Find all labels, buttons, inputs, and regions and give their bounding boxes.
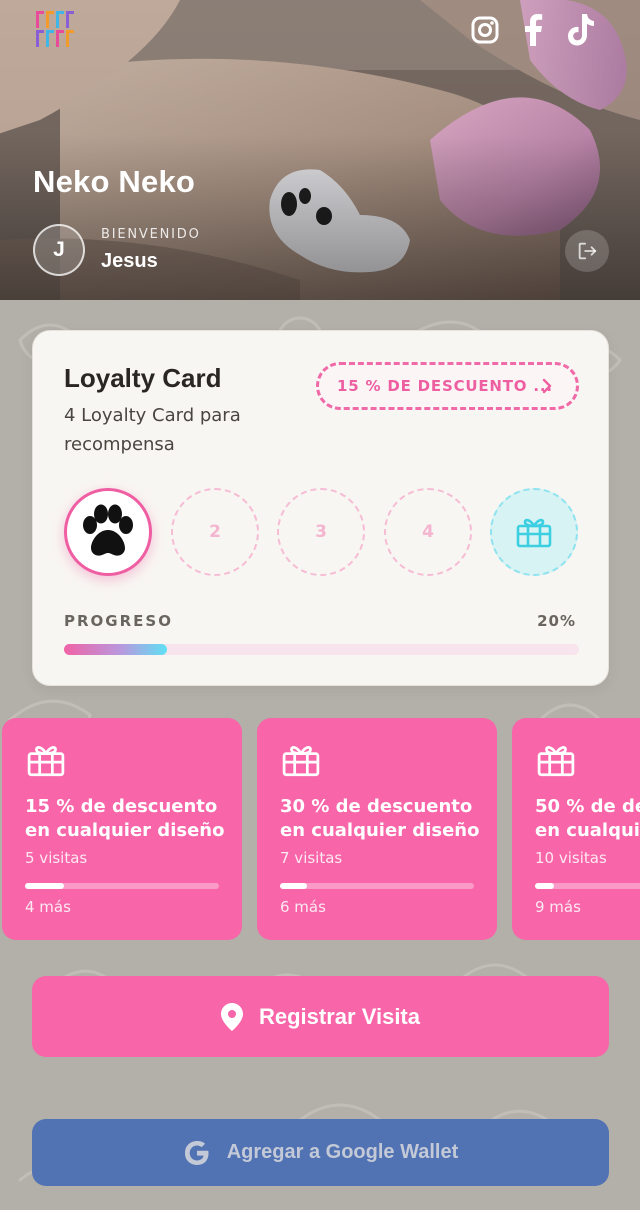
paw-icon (83, 504, 133, 556)
stamp-2: 2 (171, 488, 259, 576)
register-visit-button[interactable]: Registrar Visita (32, 976, 609, 1057)
reward-visits: 5 visitas (25, 849, 88, 867)
reward-progress-fill (25, 883, 64, 889)
current-reward-pill[interactable]: 15 % DE DESCUENTO ... (316, 362, 579, 410)
stamp-1 (64, 488, 152, 576)
reward-remaining: 4 más (25, 898, 71, 916)
gift-icon (516, 518, 552, 548)
progress-bar-fill (64, 644, 167, 655)
reward-visits: 7 visitas (280, 849, 343, 867)
stamp-reward (490, 488, 578, 576)
card-title: Loyalty Card (64, 363, 222, 393)
reward-title: 15 % de descuento en cualquier diseño (25, 796, 225, 841)
register-visit-label: Registrar Visita (258, 1003, 420, 1029)
reward-title: 30 % de descuento en cualquier diseño (280, 796, 480, 841)
stamp-3: 3 (277, 488, 365, 576)
current-reward-label: 15 % DE DESCUENTO ... (337, 377, 553, 395)
chevron-right-icon (542, 378, 552, 394)
rewards-carousel[interactable]: 15 % de descuento en cualquier diseño 5 v… (0, 718, 640, 942)
card-subtitle: 4 Loyalty Card para recompensa (64, 405, 241, 455)
stamp-row: 2 3 4 (64, 488, 579, 578)
brand-logo (34, 8, 78, 50)
stamp-4: 4 (384, 488, 472, 576)
reward-remaining: 9 más (535, 898, 581, 916)
google-wallet-label: Agregar a Google Wallet (226, 1141, 459, 1163)
reward-progress-bar (535, 883, 640, 889)
hero-banner: Neko Neko J BIENVENIDO Jesus (0, 0, 640, 300)
progress-bar (64, 644, 579, 655)
instagram-icon[interactable] (470, 14, 500, 46)
reward-progress-fill (535, 883, 555, 889)
shop-name: Neko Neko (33, 164, 196, 199)
progress-value: 20% (537, 612, 576, 630)
welcome-label: BIENVENIDO (101, 227, 201, 242)
reward-visits: 10 visitas (535, 849, 607, 867)
gift-icon (537, 746, 575, 777)
reward-tile[interactable]: 30 % de descuento en cualquier diseño 7 v… (257, 718, 497, 940)
logout-icon (578, 242, 597, 260)
google-icon (184, 1140, 209, 1165)
reward-remaining: 6 más (280, 898, 326, 916)
facebook-icon[interactable] (518, 14, 548, 46)
reward-title: 50 % de descuentoen cualquier diseño (535, 796, 640, 841)
location-pin-icon (220, 1002, 243, 1031)
user-name: Jesus (101, 250, 158, 272)
reward-progress-fill (280, 883, 308, 889)
gift-icon (282, 746, 320, 777)
reward-progress-bar (280, 883, 474, 889)
logout-button[interactable] (565, 230, 609, 272)
social-links (470, 14, 596, 46)
google-wallet-button[interactable]: Agregar a Google Wallet (32, 1119, 609, 1186)
reward-progress-bar (25, 883, 219, 889)
tiktok-icon[interactable] (566, 14, 596, 46)
reward-tile[interactable]: 15 % de descuento en cualquier diseño 5 v… (2, 718, 242, 940)
user-avatar: J (33, 224, 85, 276)
reward-tile[interactable]: 50 % de descuentoen cualquier diseño 10 … (512, 718, 640, 940)
progress-label: PROGRESO (64, 612, 173, 630)
gift-icon (27, 746, 65, 777)
loyalty-card: Loyalty Card 4 Loyalty Card para recompe… (32, 330, 609, 686)
